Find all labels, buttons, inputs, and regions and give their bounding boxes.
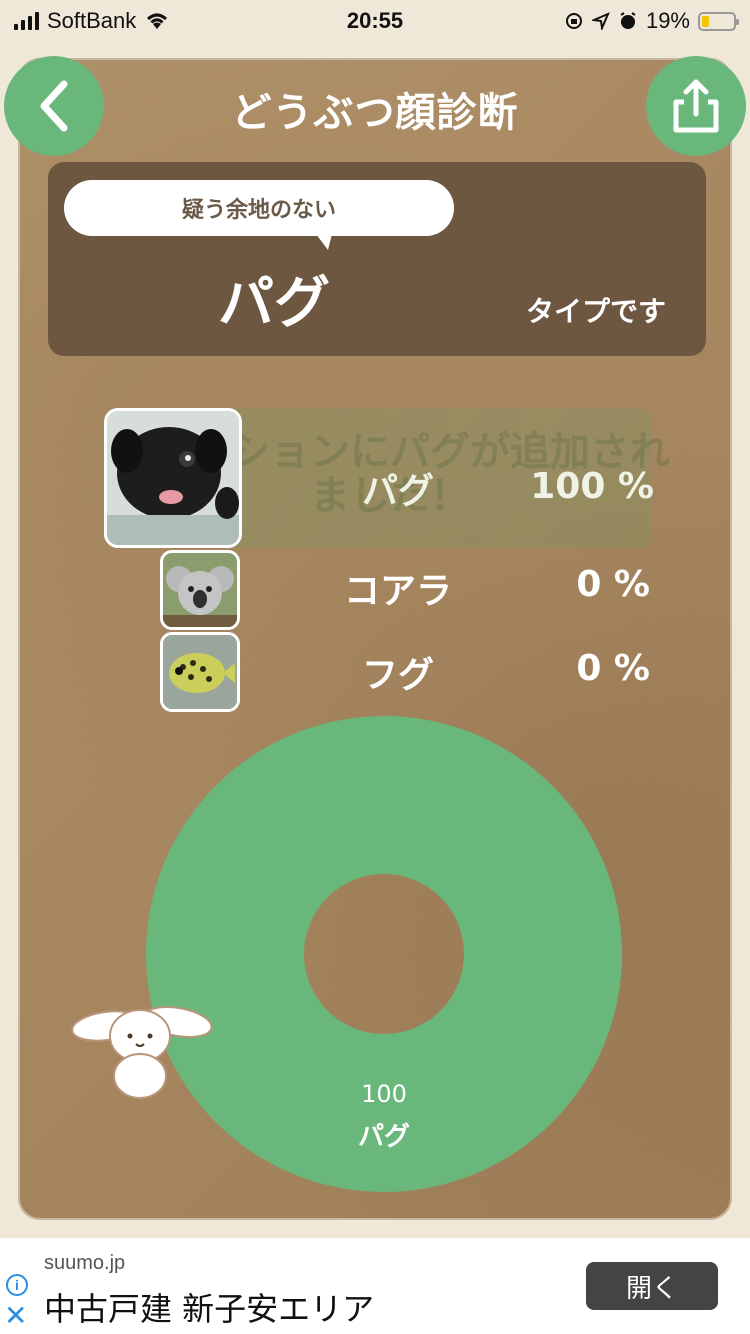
- status-bar: SoftBank 20:55 19%: [0, 0, 750, 40]
- ad-open-button[interactable]: 開く: [586, 1262, 718, 1310]
- info-icon[interactable]: i: [6, 1274, 28, 1296]
- battery-icon: [698, 11, 739, 31]
- rank-3-percent: 0 %: [576, 648, 650, 689]
- mascot-illustration: [71, 1006, 213, 1099]
- page-title: どうぶつ顔診断: [231, 90, 519, 136]
- result-panel: 疑う余地のない パグ タイプです: [48, 162, 706, 356]
- bubble-tail: [310, 226, 334, 250]
- rank-2-percent: 0 %: [576, 564, 650, 605]
- pug-thumbnail: [104, 408, 242, 548]
- pufferfish-thumbnail: [160, 632, 240, 712]
- ad-banner[interactable]: i ✕ suumo.jp 中古戸建 新子安エリア 開く: [0, 1238, 750, 1334]
- orientation-lock-icon: [565, 13, 582, 29]
- share-button[interactable]: [646, 56, 746, 156]
- result-prefix: 疑う余地のない: [181, 198, 336, 223]
- result-suffix: タイプです: [525, 295, 666, 328]
- koala-thumbnail: [160, 550, 240, 630]
- result-animal: パグ: [218, 271, 330, 336]
- share-icon: [673, 79, 719, 133]
- battery-percent: 19%: [645, 8, 690, 33]
- rank-1-name: パグ: [362, 471, 435, 512]
- ad-title[interactable]: 中古戸建 新子安エリア: [44, 1284, 374, 1330]
- donut-category-label: パグ: [357, 1122, 410, 1152]
- rank-1-percent: 100 %: [530, 466, 654, 507]
- speech-bubble: 疑う余地のない: [64, 180, 454, 236]
- rank-3-name: フグ: [362, 655, 435, 696]
- alarm-icon: [620, 12, 636, 29]
- close-icon[interactable]: ✕: [4, 1302, 27, 1330]
- status-right: 19%: [564, 8, 739, 34]
- location-icon: [591, 12, 610, 30]
- rank-2-name: コアラ: [344, 571, 453, 612]
- ad-domain: suumo.jp: [44, 1252, 126, 1274]
